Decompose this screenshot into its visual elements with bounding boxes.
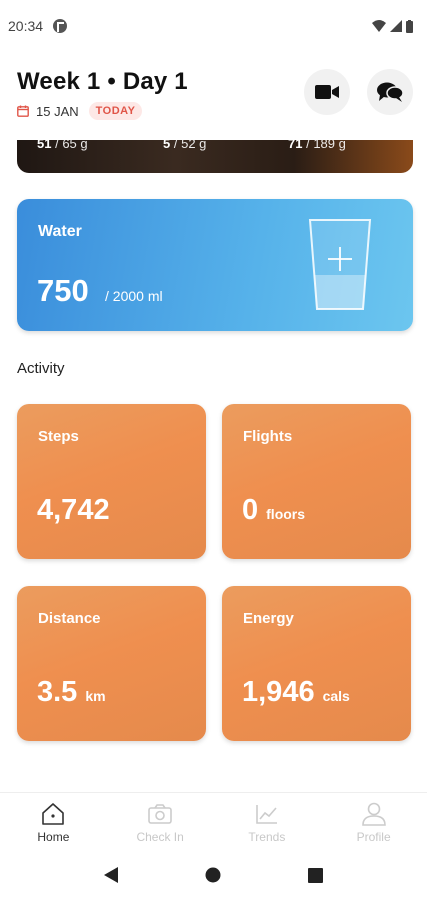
system-navigation-bar (0, 850, 427, 900)
trend-chart-icon (256, 805, 277, 824)
back-triangle-icon (104, 867, 119, 883)
status-bar: 20:34 (0, 0, 427, 52)
steps-card[interactable]: Steps 4,742 (17, 404, 206, 559)
distance-label: Distance (38, 610, 101, 627)
water-glass-plus-icon[interactable] (307, 217, 373, 313)
water-goal: / 2000 ml (105, 288, 163, 304)
water-card[interactable]: Water 750 / 2000 ml (17, 199, 413, 331)
wifi-icon (372, 20, 386, 32)
status-icons (372, 19, 413, 33)
macro-item-2: 5 / 52 g (163, 140, 207, 151)
video-camera-icon (315, 85, 339, 99)
today-badge: TODAY (88, 102, 143, 120)
flights-card[interactable]: Flights 0 floors (222, 404, 411, 559)
date-row: 15 JAN TODAY (17, 102, 412, 120)
camera-icon (148, 804, 172, 824)
section-title-activity: Activity (17, 360, 65, 377)
date-label: 15 JAN (36, 103, 79, 119)
home-system-button[interactable] (203, 865, 223, 885)
macro-summary-strip[interactable]: 51 / 65 g 5 / 52 g 71 / 189 g (17, 140, 413, 173)
flights-label: Flights (243, 428, 293, 445)
day-header: Week 1 • Day 1 15 JAN TODAY (17, 68, 413, 128)
water-value: 750 (37, 273, 89, 308)
recents-square-icon (308, 867, 324, 883)
energy-value: 1,946 cals (242, 676, 350, 708)
macro-item-1: 51 / 65 g (37, 140, 88, 151)
macro-item-3: 71 / 189 g (288, 140, 346, 151)
profile-icon (361, 802, 386, 826)
nav-label-check-in: Check In (136, 830, 184, 844)
signal-icon (390, 20, 402, 32)
water-label: Water (38, 223, 82, 240)
home-circle-icon (205, 867, 221, 883)
steps-label: Steps (38, 428, 79, 445)
video-call-button[interactable] (304, 69, 350, 115)
recents-button[interactable] (306, 865, 326, 885)
steps-value: 4,742 (37, 494, 110, 526)
nav-label-profile: Profile (356, 830, 391, 844)
distance-card[interactable]: Distance 3.5 km (17, 586, 206, 741)
chat-bubbles-icon (377, 82, 403, 102)
bottom-nav: Home Check In Trends Profile (0, 792, 427, 850)
app-notification-icon (53, 19, 68, 33)
calendar-icon (17, 105, 29, 117)
nav-item-profile[interactable]: Profile (320, 793, 427, 850)
battery-icon (406, 19, 413, 33)
flights-value: 0 floors (242, 494, 306, 526)
energy-card[interactable]: Energy 1,946 cals (222, 586, 411, 741)
nav-label-home: Home (37, 830, 70, 844)
energy-label: Energy (243, 610, 294, 627)
page-title: Week 1 • Day 1 (17, 68, 188, 95)
home-icon (42, 803, 65, 825)
nav-item-check-in[interactable]: Check In (107, 793, 214, 850)
chat-button[interactable] (367, 69, 413, 115)
back-button[interactable] (101, 865, 121, 885)
nav-label-trends: Trends (248, 830, 286, 844)
nav-item-trends[interactable]: Trends (214, 793, 321, 850)
nav-item-home[interactable]: Home (0, 793, 107, 850)
distance-value: 3.5 km (37, 676, 106, 708)
status-time: 20:34 (8, 18, 44, 34)
